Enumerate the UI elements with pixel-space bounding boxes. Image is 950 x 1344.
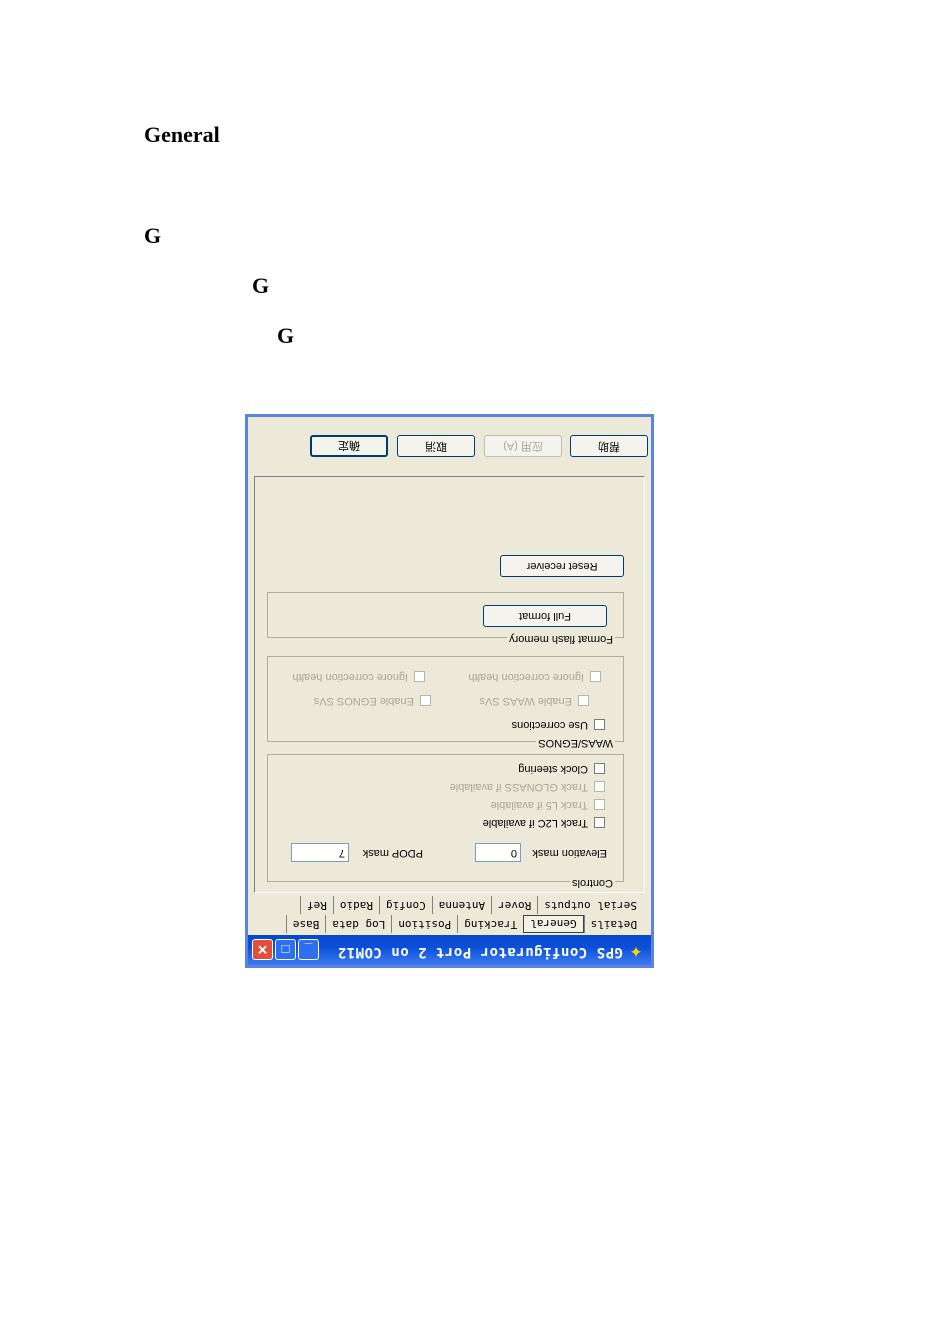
doc-line: G <box>252 273 270 298</box>
general-tab-panel: Controls Elevation mask 0 PDOP mask 7 Tr… <box>254 476 645 893</box>
full-format-button[interactable]: Full format <box>483 605 607 627</box>
checkbox-box[interactable] <box>594 763 605 775</box>
checkbox-label: Enable EGNOS SVs <box>313 695 414 707</box>
help-button[interactable]: 帮助 <box>570 435 648 457</box>
track-l2c-checkbox[interactable]: Track L2C if available <box>483 817 605 829</box>
use-corrections-checkbox[interactable]: Use corrections <box>512 719 605 731</box>
configurator-window: ✦ GPS Configurator Port 2 on COM12 _ □ ✕… <box>245 414 654 968</box>
clock-steering-checkbox[interactable]: Clock steering <box>518 763 605 775</box>
checkbox-label: Ignore correction health <box>292 671 408 683</box>
format-flash-group-label: Format flash memory <box>507 633 615 645</box>
minimize-icon[interactable]: _ <box>298 939 319 960</box>
window-title: GPS Configurator Port 2 on COM12 <box>337 944 623 960</box>
track-l5-checkbox[interactable]: Track L5 if available <box>491 799 605 811</box>
tab-radio[interactable]: Radio <box>332 896 380 914</box>
reset-receiver-button[interactable]: Reset receiver <box>500 555 624 577</box>
waas-egnos-group: WAAS/EGNOS Use corrections Enable WAAS S… <box>267 656 624 749</box>
ok-button[interactable]: 确定 <box>310 435 388 457</box>
ignore-health-checkbox-1[interactable]: Ignore correction health <box>468 671 601 683</box>
checkbox-box[interactable] <box>420 695 431 707</box>
checkbox-label: Use corrections <box>511 719 588 731</box>
controls-group: Controls Elevation mask 0 PDOP mask 7 Tr… <box>267 754 624 889</box>
tab-base[interactable]: Base <box>285 915 326 933</box>
tab-serial-outputs[interactable]: Serial outputs <box>537 896 643 914</box>
tab-rover[interactable]: Rover <box>491 896 538 914</box>
dialog-client: Details General Tracking Position Log da… <box>248 417 651 935</box>
page-heading: General <box>144 122 220 147</box>
checkbox-label: Ignore correction health <box>468 671 584 683</box>
checkbox-label: Enable WAAS SVs <box>479 695 572 707</box>
elevation-mask-input[interactable]: 0 <box>475 843 521 862</box>
tab-row-1: Details General Tracking Position Log da… <box>285 915 643 933</box>
maximize-icon[interactable]: □ <box>275 939 296 960</box>
pdop-mask-label: PDOP mask <box>362 847 423 859</box>
doc-line: G <box>277 323 295 348</box>
track-glonass-checkbox[interactable]: Track GLONASS if available <box>450 781 605 793</box>
tab-ref[interactable]: Ref <box>300 896 333 914</box>
close-icon[interactable]: ✕ <box>252 939 273 960</box>
waas-egnos-group-label: WAAS/EGNOS <box>536 737 615 749</box>
enable-egnos-checkbox[interactable]: Enable EGNOS SVs <box>314 695 431 707</box>
checkbox-label: Clock steering <box>518 763 588 775</box>
checkbox-box[interactable] <box>590 671 601 683</box>
checkbox-label: Track L5 if available <box>490 799 588 811</box>
checkbox-label: Track L2C if available <box>482 817 588 829</box>
tab-antenna[interactable]: Antenna <box>431 896 492 914</box>
checkbox-box[interactable] <box>594 799 605 811</box>
tab-row-2: Serial outputs Rover Antenna Config Radi… <box>300 896 643 914</box>
checkbox-box[interactable] <box>594 719 605 731</box>
cancel-button[interactable]: 取消 <box>397 435 475 457</box>
checkbox-box[interactable] <box>578 695 589 707</box>
doc-line: G <box>144 223 162 248</box>
tab-position[interactable]: Position <box>391 915 458 933</box>
tab-log-data[interactable]: Log data <box>325 915 392 933</box>
enable-waas-checkbox[interactable]: Enable WAAS SVs <box>479 695 589 707</box>
tab-general[interactable]: General <box>523 915 584 933</box>
tab-tracking[interactable]: Tracking <box>457 915 524 933</box>
controls-group-label: Controls <box>570 877 615 889</box>
format-flash-group: Format flash memory Full format <box>267 592 624 645</box>
pdop-mask-input[interactable]: 7 <box>291 843 349 862</box>
tab-config[interactable]: Config <box>379 896 432 914</box>
apply-button[interactable]: 应用 (A) <box>484 435 562 457</box>
app-icon: ✦ <box>629 942 643 959</box>
ignore-health-checkbox-2[interactable]: Ignore correction health <box>292 671 425 683</box>
checkbox-box[interactable] <box>594 781 605 793</box>
checkbox-box[interactable] <box>414 671 425 683</box>
checkbox-box[interactable] <box>594 817 605 829</box>
checkbox-label: Track GLONASS if available <box>449 781 588 793</box>
elevation-mask-label: Elevation mask <box>532 847 607 859</box>
tab-details[interactable]: Details <box>583 915 643 933</box>
title-bar[interactable]: ✦ GPS Configurator Port 2 on COM12 _ □ ✕ <box>248 935 651 965</box>
